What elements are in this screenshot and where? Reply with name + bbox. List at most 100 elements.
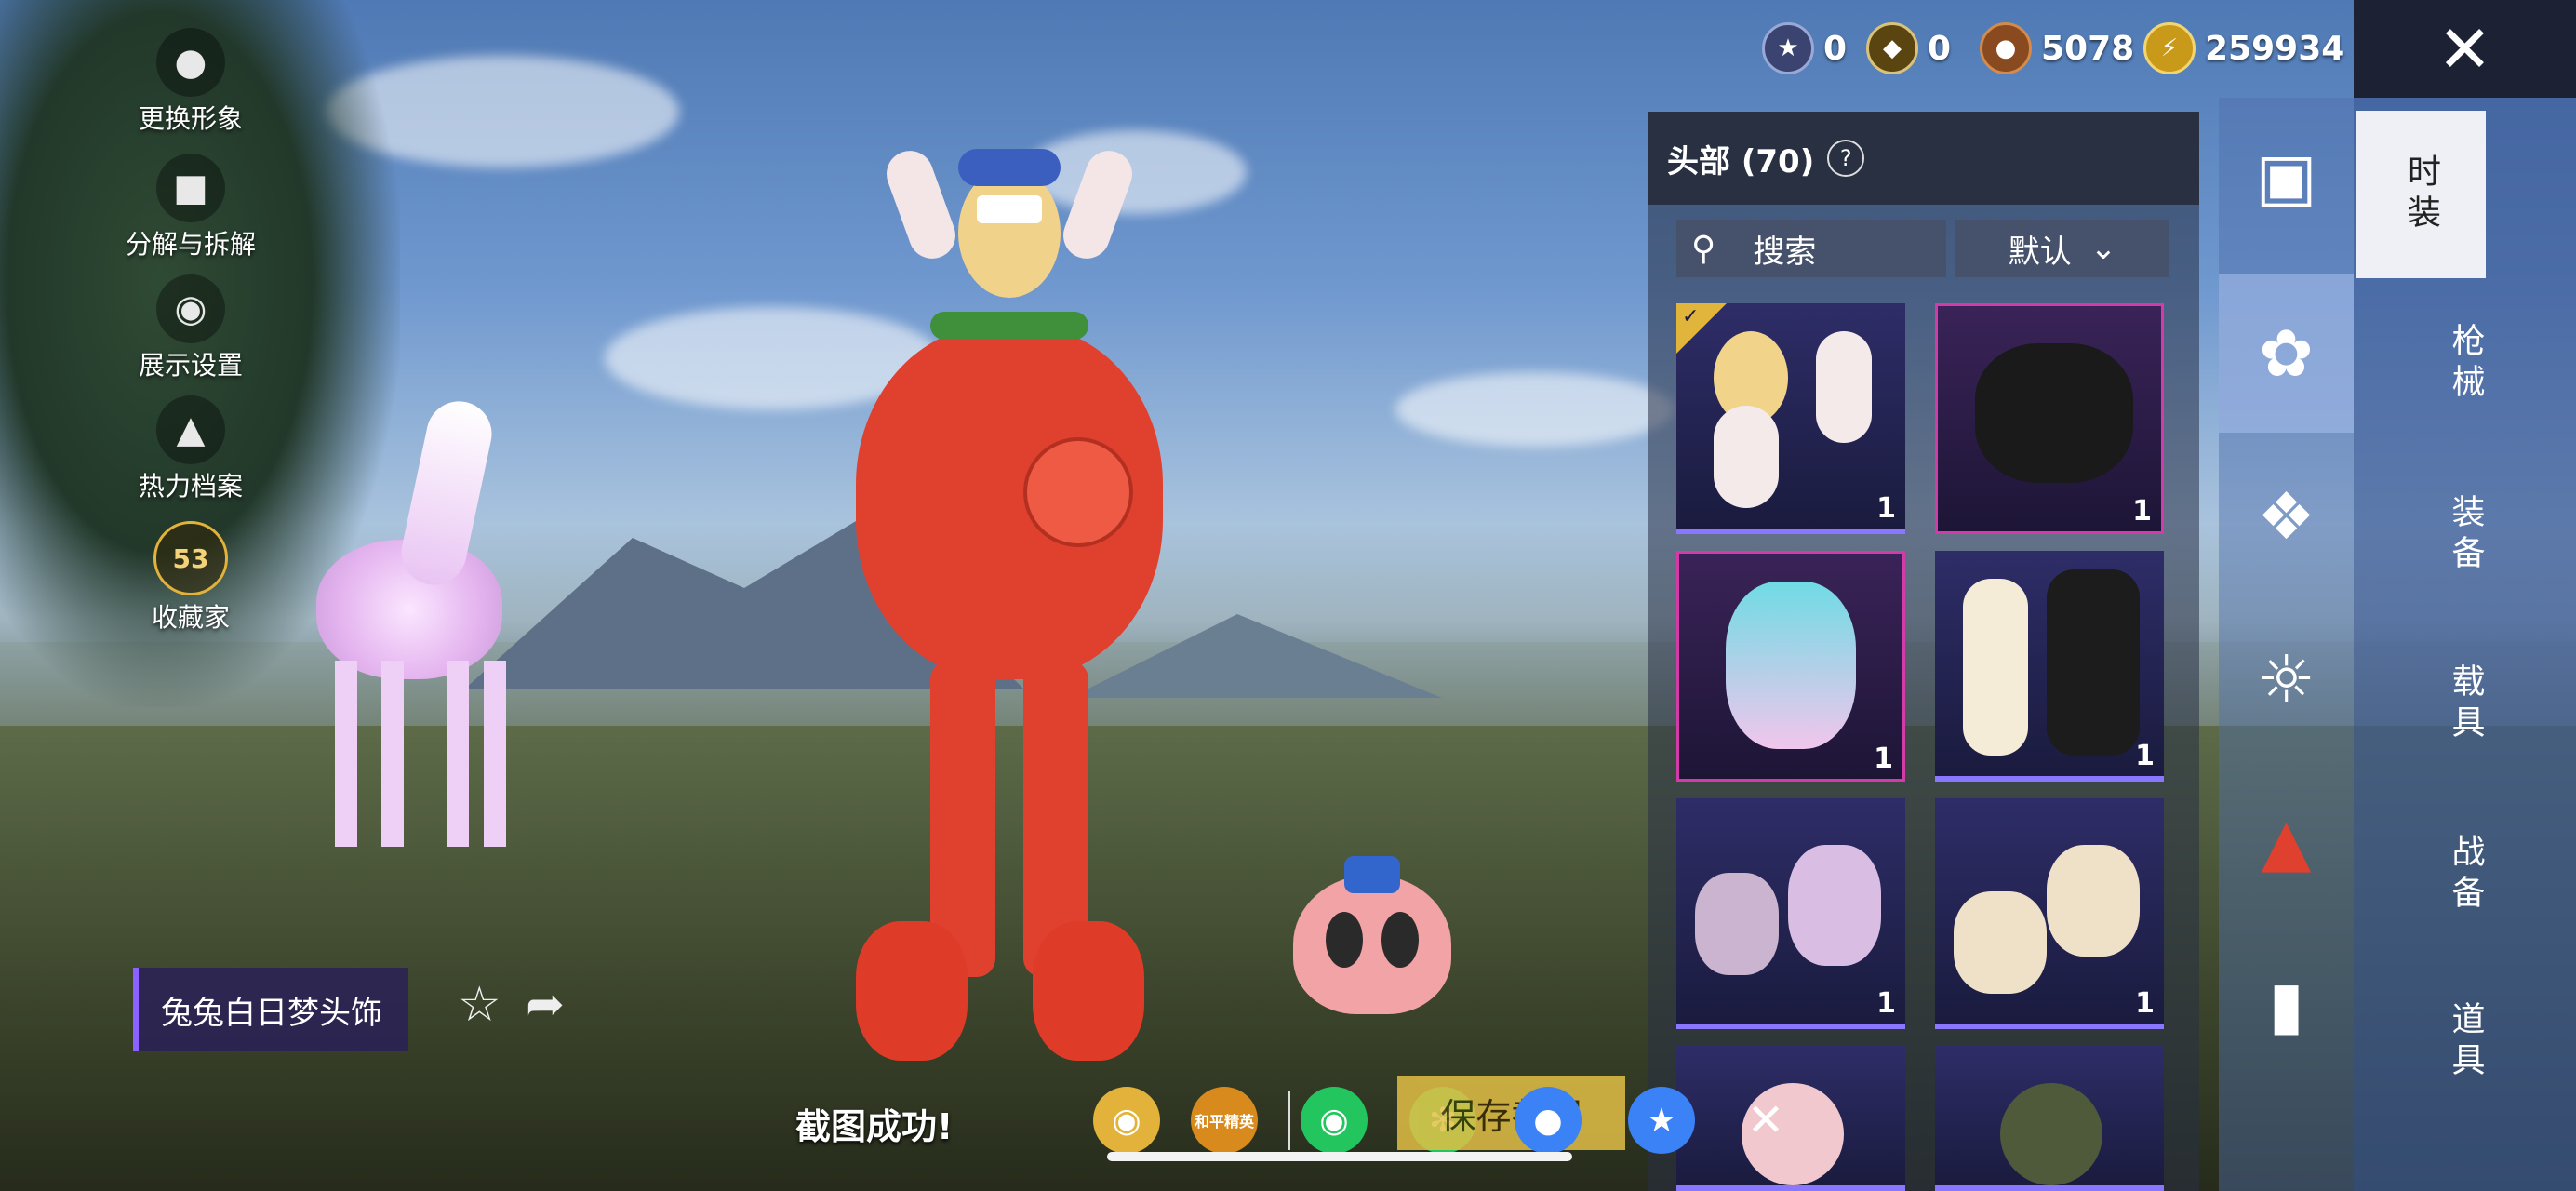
tab-label: 时装 xyxy=(2402,154,2440,235)
screenshot-success-toast: 截图成功! xyxy=(795,1106,954,1147)
cloud xyxy=(1395,372,1675,447)
tab-label: 枪械 xyxy=(2446,323,2485,405)
selected-item-name: 兔兔白日梦头饰 xyxy=(133,968,408,1051)
checkmark-icon: ✓ xyxy=(1682,305,1700,328)
tab-preparation[interactable]: 战备 xyxy=(2354,791,2576,958)
peace-elite-icon[interactable]: 和平精英 xyxy=(1191,1087,1258,1154)
game-center-icon[interactable]: ◉ xyxy=(1093,1087,1160,1154)
wechat-icon[interactable]: ◉ xyxy=(1301,1087,1368,1154)
item-art xyxy=(1726,582,1856,749)
bronze-coin-icon: ● xyxy=(1980,22,2032,74)
octopus-pet xyxy=(1275,856,1470,1042)
pants-icon: ▮ xyxy=(2268,967,2304,1043)
collector-button[interactable]: 53 收藏家 xyxy=(121,521,260,635)
category-mask[interactable]: ☼ xyxy=(2219,600,2354,758)
item-art xyxy=(1788,845,1881,966)
item-art xyxy=(2047,845,2140,957)
panel-title: 头部 (70) xyxy=(1667,142,1815,181)
item-art xyxy=(1963,579,2028,756)
category-pants[interactable]: ▮ xyxy=(2219,926,2354,1084)
item-count: 1 xyxy=(1874,743,1893,775)
item-card[interactable]: 1 xyxy=(1935,798,2164,1029)
puzzle-icon: ■ xyxy=(156,154,225,222)
tab-label: 道具 xyxy=(2446,1001,2485,1083)
currency-medal: ★ 0 xyxy=(1762,22,1847,74)
eye-icon: ◉ xyxy=(156,274,225,343)
search-label: 搜索 xyxy=(1753,233,1817,271)
search-button[interactable]: ⚲ 搜索 xyxy=(1676,220,1946,277)
crystal-horse-mount xyxy=(260,395,530,865)
item-name-text: 兔兔白日梦头饰 xyxy=(161,994,382,1032)
currency-lightning-value: 259934 xyxy=(2205,29,2345,68)
item-art xyxy=(1816,331,1872,443)
change-appearance-label: 更换形象 xyxy=(138,103,243,134)
collector-badge-icon: 53 xyxy=(153,521,228,596)
player-character xyxy=(837,144,1181,1070)
collector-label: 收藏家 xyxy=(151,602,230,633)
heat-profile-button[interactable]: ▲ 热力档案 xyxy=(121,395,260,503)
close-icon: ✕ xyxy=(2437,10,2492,87)
category-wardrobe[interactable]: ▣ xyxy=(2219,98,2354,256)
item-art xyxy=(2047,569,2140,756)
currency-medal-value: 0 xyxy=(1823,29,1848,68)
divider xyxy=(1288,1091,1290,1150)
heat-profile-label: 热力档案 xyxy=(138,471,243,502)
flame-icon: ▲ xyxy=(156,395,225,464)
qzone-icon[interactable]: ★ xyxy=(1628,1087,1695,1154)
decompose-button[interactable]: ■ 分解与拆解 xyxy=(121,154,260,261)
peace-elite-label: 和平精英 xyxy=(1194,1113,1254,1131)
category-column: ▣ ✿ ❖ ☼ ▲ ▮ xyxy=(2219,98,2354,1191)
currency-lightning: ⚡ 259934 xyxy=(2143,22,2344,74)
share-icon[interactable]: ➦ xyxy=(526,977,565,1031)
close-share-icon[interactable]: ✕ xyxy=(1732,1087,1799,1154)
wardrobe-icon: ▣ xyxy=(2255,139,2317,215)
home-indicator xyxy=(1107,1152,1572,1161)
item-card[interactable]: ✓ 1 xyxy=(1676,303,1905,534)
inventory-panel: 头部 (70) ? ⚲ 搜索 默认 ⌄ ✓ 1 1 1 1 1 1 xyxy=(1648,112,2199,1191)
category-outfit[interactable]: ▲ xyxy=(2219,763,2354,921)
category-head[interactable]: ✿ xyxy=(2219,274,2354,433)
sort-label: 默认 xyxy=(2008,233,2072,271)
bunny-head-icon: ✿ xyxy=(2259,315,2314,392)
tab-weapons[interactable]: 枪械 xyxy=(2354,280,2576,448)
item-card[interactable]: 1 xyxy=(1935,551,2164,782)
medal-icon: ★ xyxy=(1762,22,1814,74)
tab-vehicles[interactable]: 载具 xyxy=(2354,621,2576,788)
bandage-icon: ❖ xyxy=(2257,478,2316,555)
item-card[interactable]: 1 xyxy=(1676,551,1905,782)
item-art xyxy=(1954,891,2047,994)
item-art xyxy=(1975,343,2133,483)
change-appearance-button[interactable]: ● 更换形象 xyxy=(121,28,260,136)
lightning-coin-icon: ⚡ xyxy=(2143,22,2196,74)
tab-fashion[interactable]: 时装 xyxy=(2356,111,2486,278)
item-count: 1 xyxy=(2135,987,2155,1020)
help-icon[interactable]: ? xyxy=(1827,140,1865,177)
category-bandage[interactable]: ❖ xyxy=(2219,437,2354,596)
search-icon: ⚲ xyxy=(1691,229,1716,268)
item-count: 1 xyxy=(1876,987,1896,1020)
item-count: 1 xyxy=(1876,492,1896,525)
tab-label: 载具 xyxy=(2446,663,2485,745)
tab-equipment[interactable]: 装备 xyxy=(2354,451,2576,619)
chevron-down-icon: ⌄ xyxy=(2089,230,2117,267)
item-art xyxy=(1695,873,1779,975)
qq-icon[interactable]: ● xyxy=(1515,1087,1582,1154)
currency-token: ◆ 0 xyxy=(1866,22,1951,74)
currency-bronze: ● 5078 xyxy=(1980,22,2134,74)
main-tabs: 时装 枪械 装备 载具 战备 道具 xyxy=(2354,98,2576,1191)
item-art xyxy=(1714,406,1779,508)
close-button[interactable]: ✕ xyxy=(2354,0,2576,98)
token-icon: ◆ xyxy=(1866,22,1918,74)
sort-dropdown[interactable]: 默认 ⌄ xyxy=(1955,220,2169,277)
item-card[interactable]: 1 xyxy=(1676,798,1905,1029)
decompose-label: 分解与拆解 xyxy=(125,229,256,260)
item-card[interactable]: 1 xyxy=(1935,303,2164,534)
display-settings-button[interactable]: ◉ 展示设置 xyxy=(121,274,260,382)
favorite-star-icon[interactable]: ☆ xyxy=(458,977,501,1033)
item-count: 1 xyxy=(2135,740,2155,772)
tab-items[interactable]: 道具 xyxy=(2354,958,2576,1126)
tab-label: 战备 xyxy=(2446,834,2485,916)
save-screenshot-button[interactable]: 保存截图 xyxy=(1397,1076,1625,1150)
panel-header: 头部 (70) ? xyxy=(1648,112,2199,205)
item-card[interactable] xyxy=(1935,1046,2164,1191)
